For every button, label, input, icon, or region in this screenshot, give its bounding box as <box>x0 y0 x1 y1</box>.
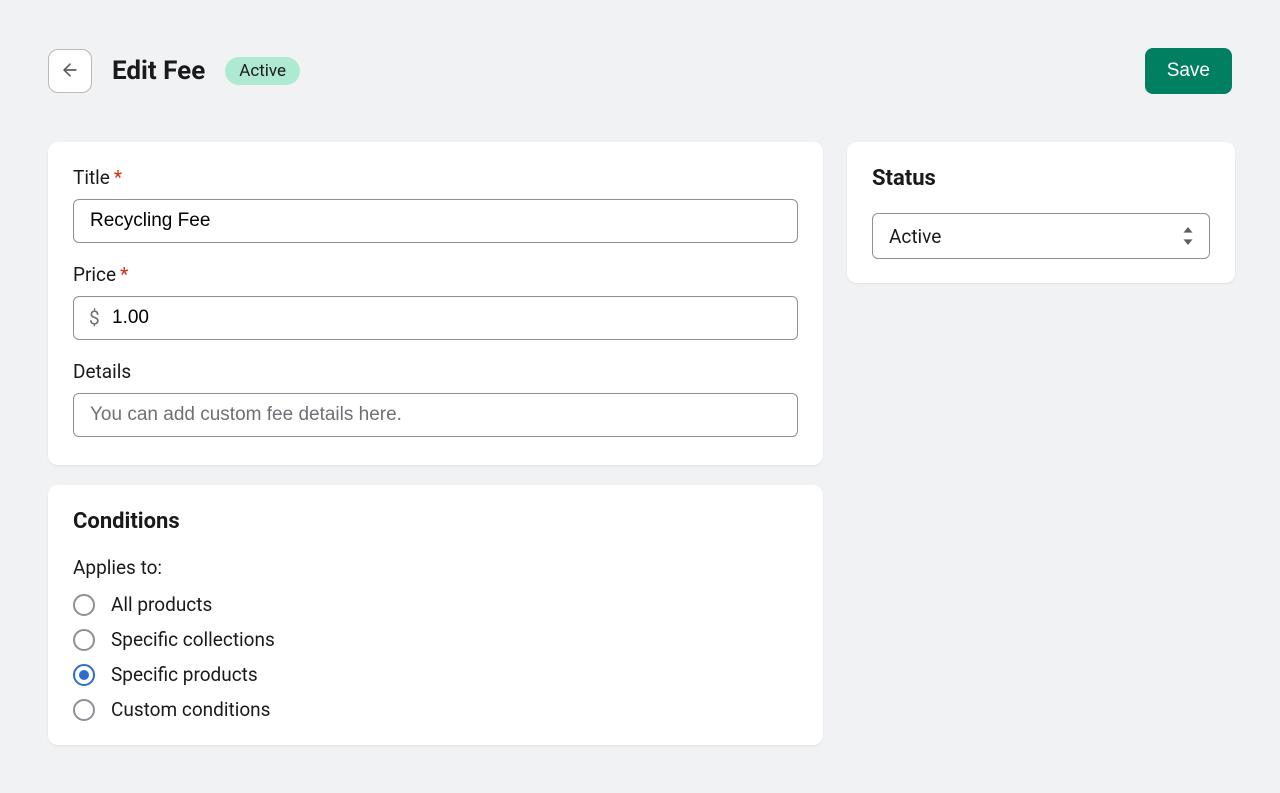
page-title: Edit Fee <box>112 56 205 86</box>
radio-label: All products <box>111 593 212 616</box>
price-input[interactable] <box>73 296 798 340</box>
select-caret-icon <box>1181 227 1195 245</box>
page-header: Edit Fee Active Save <box>48 48 1232 94</box>
status-card: Status Active <box>847 142 1235 283</box>
applies-to-option[interactable]: Specific collections <box>73 628 798 651</box>
radio-label: Specific products <box>111 663 258 686</box>
status-title: Status <box>872 166 1210 191</box>
status-select[interactable]: Active <box>872 213 1210 259</box>
radio-icon <box>73 664 95 686</box>
currency-prefix: $ <box>89 307 100 330</box>
back-button[interactable] <box>48 49 92 93</box>
status-badge: Active <box>225 57 300 85</box>
applies-to-option[interactable]: All products <box>73 593 798 616</box>
applies-to-option[interactable]: Specific products <box>73 663 798 686</box>
fee-form-card: Title* Price* $ Details <box>48 142 823 465</box>
radio-label: Custom conditions <box>111 698 270 721</box>
price-label: Price* <box>73 263 798 286</box>
applies-to-label: Applies to: <box>73 556 798 579</box>
applies-to-option[interactable]: Custom conditions <box>73 698 798 721</box>
save-button[interactable]: Save <box>1145 48 1232 94</box>
title-input[interactable] <box>73 199 798 243</box>
radio-icon <box>73 629 95 651</box>
conditions-title: Conditions <box>73 509 798 534</box>
arrow-left-icon <box>60 60 80 83</box>
status-select-value: Active <box>889 225 941 248</box>
title-label: Title* <box>73 166 798 189</box>
details-label: Details <box>73 360 798 383</box>
radio-icon <box>73 594 95 616</box>
radio-label: Specific collections <box>111 628 275 651</box>
details-input[interactable] <box>73 393 798 437</box>
radio-icon <box>73 699 95 721</box>
applies-to-radio-group: All products Specific collections Specific… <box>73 593 798 721</box>
conditions-card: Conditions Applies to: All products Speci… <box>48 485 823 745</box>
